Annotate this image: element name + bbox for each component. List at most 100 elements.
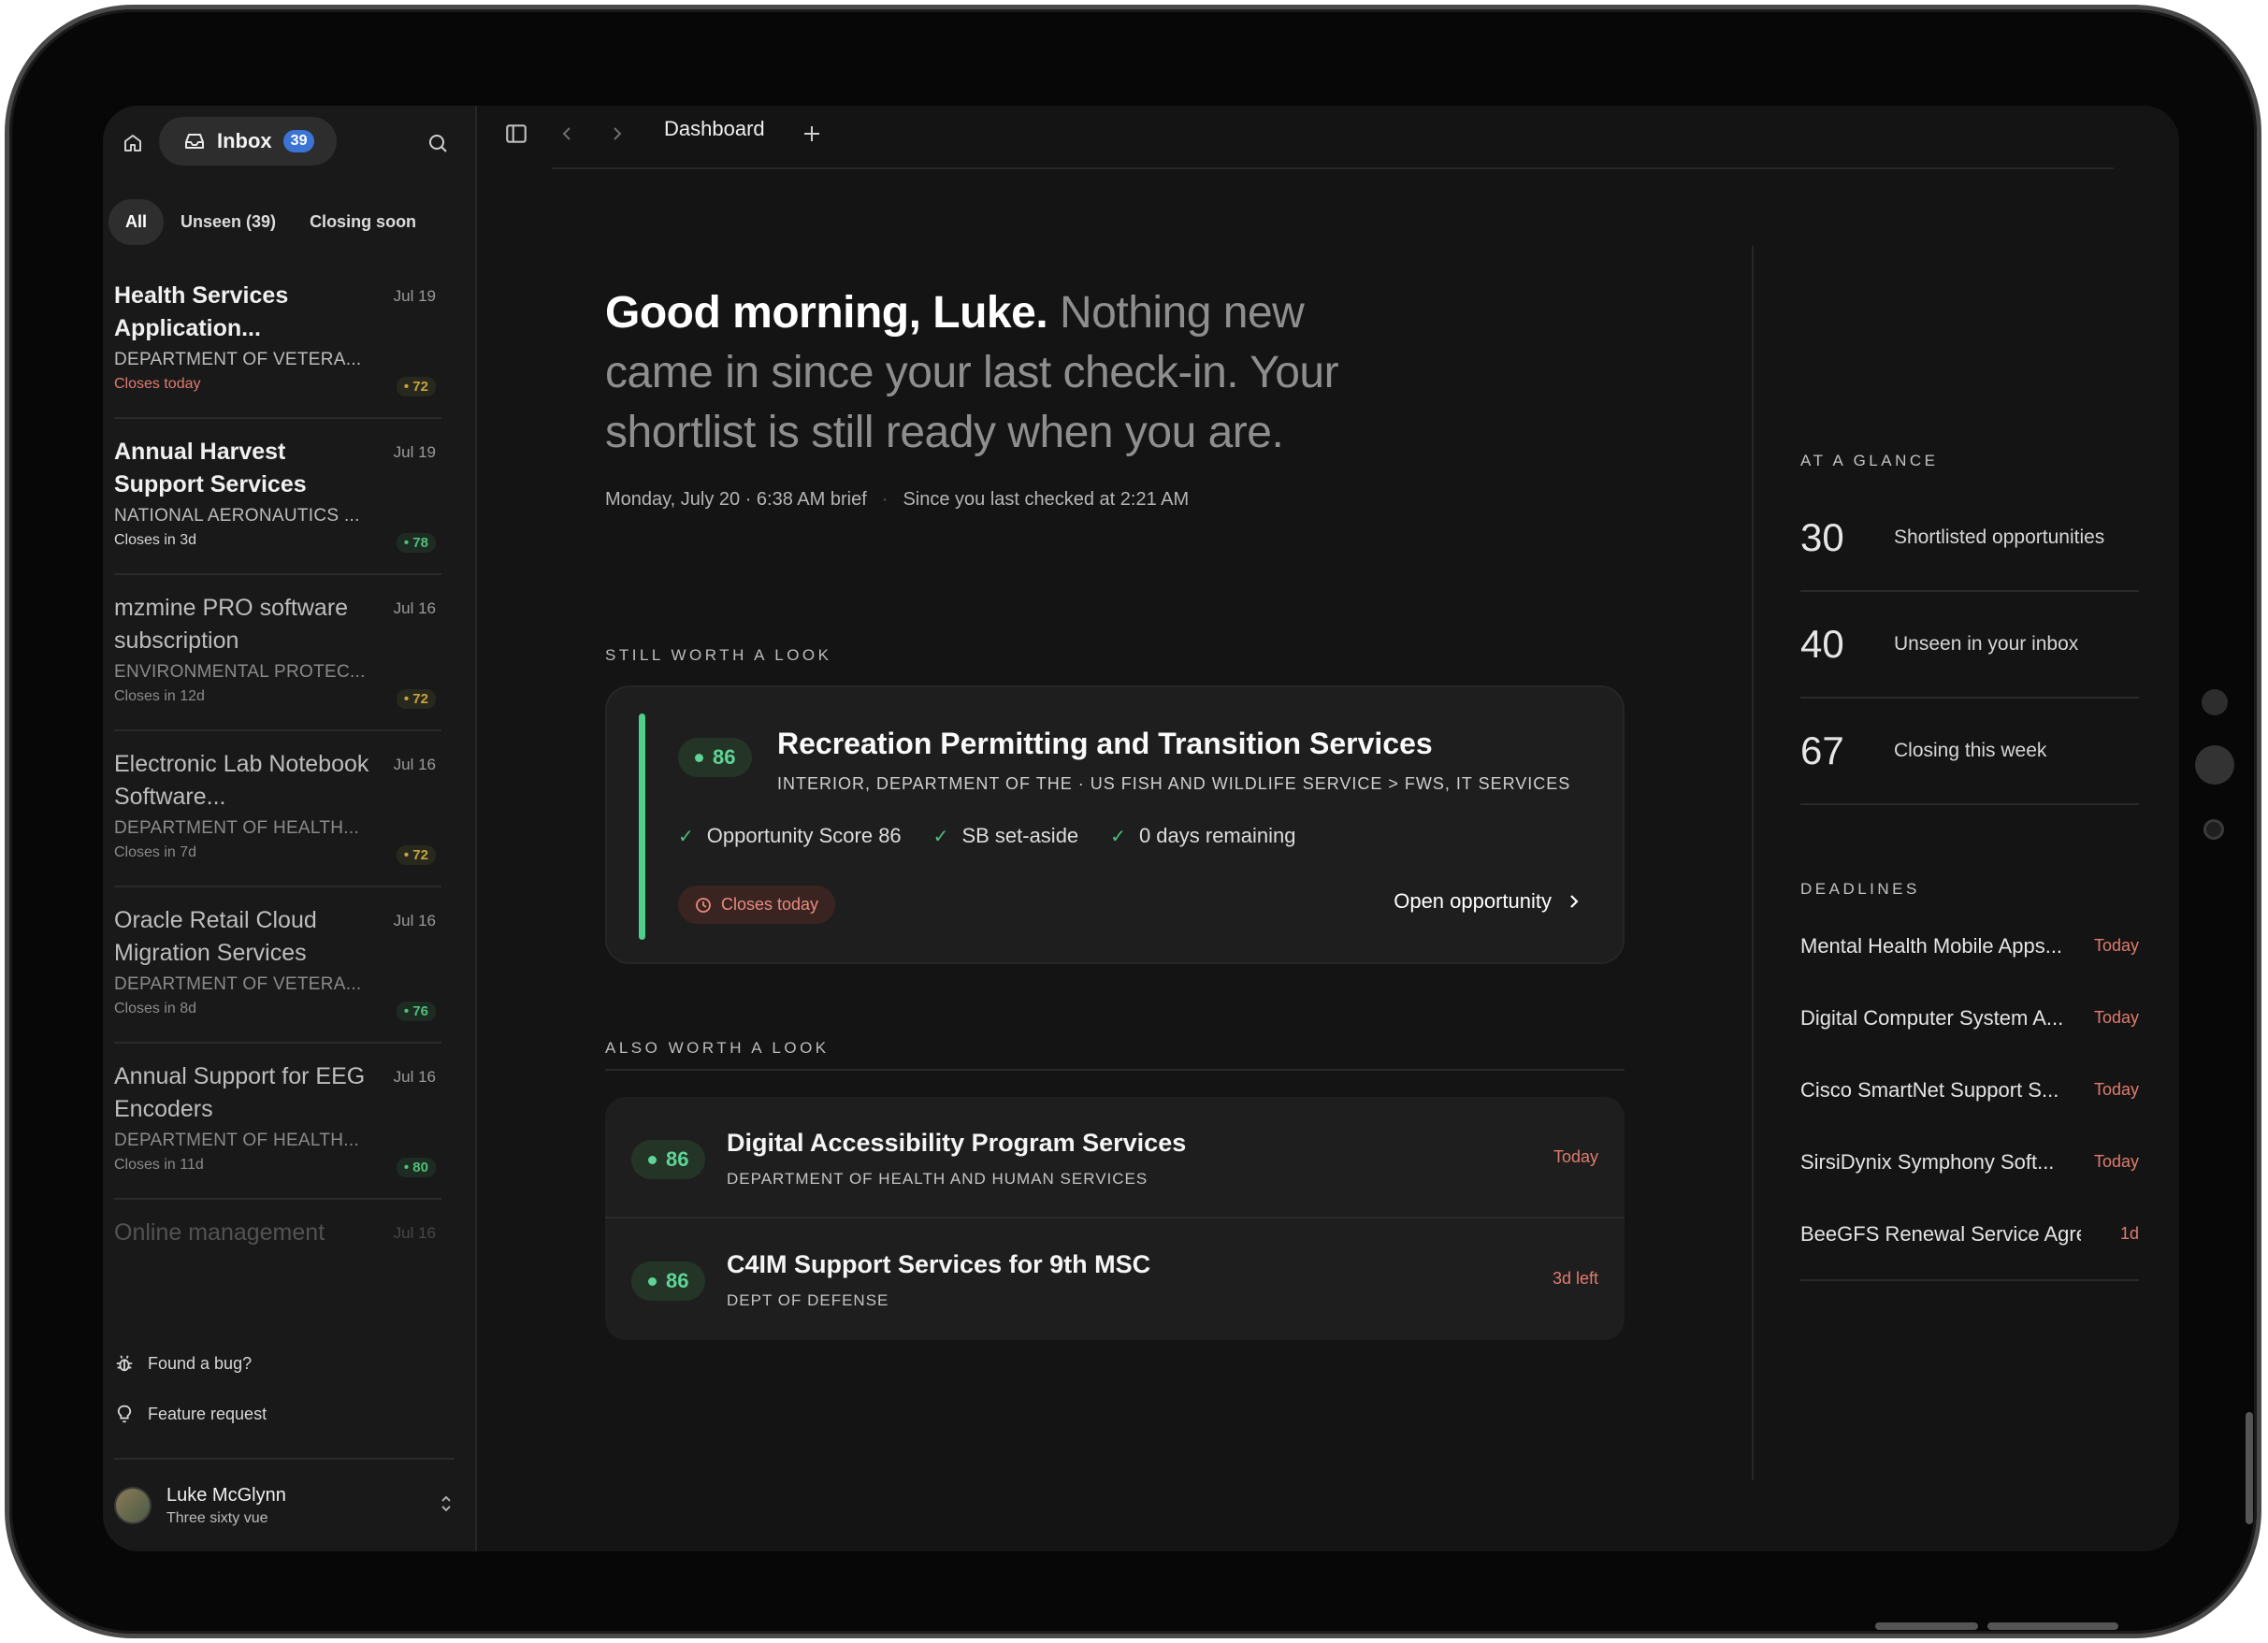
criteria-label: 0 days remaining: [1138, 824, 1296, 847]
opportunity-row[interactable]: 86 C4IM Support Services for 9th MSC DEP…: [605, 1218, 1625, 1340]
item-date: Jul 16: [393, 756, 436, 773]
item-score-badge: • 72: [396, 377, 436, 396]
stat-number: 67: [1800, 728, 1844, 772]
new-tab-icon[interactable]: [793, 115, 831, 152]
opportunity-row[interactable]: 86 Digital Accessibility Program Service…: [605, 1097, 1625, 1218]
item-score-badge: • 80: [396, 1158, 436, 1177]
last-checked: Since you last checked at 2:21 AM: [903, 489, 1190, 510]
inbox-item[interactable]: Online management Jul 16: [114, 1200, 441, 1256]
inbox-item[interactable]: Annual Harvest Support Services Jul 19 N…: [114, 419, 441, 575]
item-title: Annual Harvest Support Services: [114, 439, 307, 497]
sidebar-header: Inbox 39: [103, 106, 475, 199]
score-value: 86: [713, 745, 736, 769]
item-agency: ENVIRONMENTAL PROTEC...: [114, 662, 366, 682]
item-title: Online management: [114, 1219, 325, 1246]
score-badge: 86: [678, 738, 753, 777]
feature-request-label: Feature request: [148, 1404, 267, 1423]
inbox-item[interactable]: Oracle Retail Cloud Migration Services J…: [114, 887, 441, 1044]
feature-request-link[interactable]: Feature request: [114, 1389, 455, 1439]
home-icon[interactable]: [114, 124, 152, 162]
top-bar: Dashboard: [477, 106, 2179, 167]
item-score-badge: • 72: [396, 689, 436, 709]
filter-closing-soon[interactable]: Closing soon: [293, 199, 433, 245]
check-icon: ✓: [678, 826, 694, 847]
item-closes: Closes in 7d: [114, 844, 197, 860]
section-heading-still-worth: STILL WORTH A LOOK: [605, 646, 832, 664]
item-title: Health Services Application...: [114, 282, 289, 341]
inbox-filters: All Unseen (39) Closing soon: [108, 197, 433, 246]
deadline-name: Cisco SmartNet Support S...: [1800, 1077, 2059, 1102]
deadline-item[interactable]: Mental Health Mobile Apps... Today: [1800, 910, 2139, 982]
item-date: Jul 19: [393, 443, 436, 461]
score-dot-icon: [695, 753, 703, 762]
filter-all[interactable]: All: [108, 198, 165, 245]
inbox-item[interactable]: Health Services Application... Jul 19 DE…: [114, 263, 441, 419]
featured-opportunity-card[interactable]: 86 Recreation Permitting and Transition …: [605, 685, 1625, 964]
score-badge: 86: [631, 1140, 706, 1179]
user-menu[interactable]: Luke McGlynn Three sixty vue: [114, 1458, 455, 1551]
inbox-item[interactable]: mzmine PRO software subscription Jul 16 …: [114, 575, 441, 731]
due-label: Today: [1553, 1147, 1598, 1166]
brief-separator: ·: [881, 489, 888, 510]
opportunity-title: Digital Accessibility Program Services: [727, 1129, 1187, 1157]
item-title: Electronic Lab Notebook Software...: [114, 751, 369, 810]
opportunity-agency: INTERIOR, DEPARTMENT OF THE · US FISH AN…: [777, 774, 1571, 793]
inbox-count-badge: 39: [282, 130, 315, 152]
deadline-when: 1d: [2119, 1224, 2139, 1243]
inbox-list: Health Services Application... Jul 19 DE…: [103, 263, 475, 1256]
item-closes: Closes in 11d: [114, 1157, 204, 1173]
item-date: Jul 16: [393, 912, 436, 930]
inbox-icon: [185, 134, 204, 149]
deadline-item[interactable]: Cisco SmartNet Support S... Today: [1800, 1054, 2139, 1126]
search-icon[interactable]: [419, 124, 456, 162]
filter-unseen[interactable]: Unseen (39): [164, 199, 293, 245]
opportunity-title: C4IM Support Services for 9th MSC: [727, 1250, 1151, 1278]
item-closes: Closes in 12d: [114, 688, 205, 704]
inbox-label: Inbox: [217, 129, 272, 152]
back-icon[interactable]: [548, 115, 585, 152]
deadlines-panel: DEADLINES Mental Health Mobile Apps... T…: [1800, 880, 2139, 1281]
tab-dashboard[interactable]: Dashboard: [664, 117, 765, 141]
stat-shortlisted[interactable]: 30 Shortlisted opportunities: [1800, 485, 2139, 592]
inbox-item[interactable]: Electronic Lab Notebook Software... Jul …: [114, 731, 441, 887]
sidebar: Inbox 39 All Unseen (39) Closing soon He…: [103, 106, 477, 1551]
stat-closing-week[interactable]: 67 Closing this week: [1800, 699, 2139, 805]
open-opportunity-button[interactable]: Open opportunity: [1394, 889, 1582, 914]
deadline-item[interactable]: Digital Computer System A... Today: [1800, 982, 2139, 1054]
criteria-label: SB set-aside: [961, 824, 1079, 847]
item-title: Annual Support for EEG Encoders: [114, 1063, 366, 1122]
closes-badge: Closes today: [678, 886, 836, 924]
greeting-text: Good morning, Luke.: [605, 288, 1048, 338]
sidebar-toggle-icon[interactable]: [498, 115, 535, 152]
found-bug-link[interactable]: Found a bug?: [114, 1338, 455, 1389]
deadline-item[interactable]: SirsiDynix Symphony Soft... Today: [1800, 1126, 2139, 1198]
item-date: Jul 19: [393, 287, 436, 305]
deadline-name: SirsiDynix Symphony Soft...: [1800, 1149, 2055, 1174]
score-dot-icon: [648, 1155, 657, 1164]
deadline-when: Today: [2093, 936, 2139, 955]
stat-label: Unseen in your inbox: [1894, 633, 2079, 655]
user-org: Three sixty vue: [166, 1509, 268, 1526]
item-title: mzmine PRO software subscription: [114, 595, 349, 654]
due-label: 3d left: [1552, 1269, 1598, 1288]
deadline-item[interactable]: BeeGFS Renewal Service Agre... 1d: [1800, 1198, 2139, 1270]
opportunity-agency: DEPARTMENT OF HEALTH AND HUMAN SERVICES: [727, 1170, 1148, 1188]
inbox-item[interactable]: Annual Support for EEG Encoders Jul 16 D…: [114, 1044, 441, 1200]
criteria-item: ✓ Opportunity Score 86: [678, 824, 902, 848]
item-agency: DEPARTMENT OF HEALTH...: [114, 818, 360, 838]
score-value: 86: [666, 1147, 689, 1171]
stat-unseen[interactable]: 40 Unseen in your inbox: [1800, 592, 2139, 699]
chevron-right-icon: [1570, 895, 1579, 908]
bug-icon: [116, 1355, 133, 1372]
chevron-updown-icon: [438, 1493, 455, 1519]
accent-bar: [639, 713, 645, 940]
brief-date: Monday, July 20 · 6:38 AM brief: [605, 489, 867, 510]
deadline-when: Today: [2093, 1152, 2139, 1171]
avatar: [114, 1487, 152, 1524]
opportunity-title: Recreation Permitting and Transition Ser…: [777, 727, 1433, 760]
inbox-button[interactable]: Inbox 39: [159, 117, 337, 166]
criteria-item: ✓ SB set-aside: [933, 824, 1079, 848]
forward-icon[interactable]: [599, 115, 636, 152]
item-agency: DEPARTMENT OF VETERA...: [114, 350, 362, 369]
item-closes: Closes today: [114, 376, 201, 392]
